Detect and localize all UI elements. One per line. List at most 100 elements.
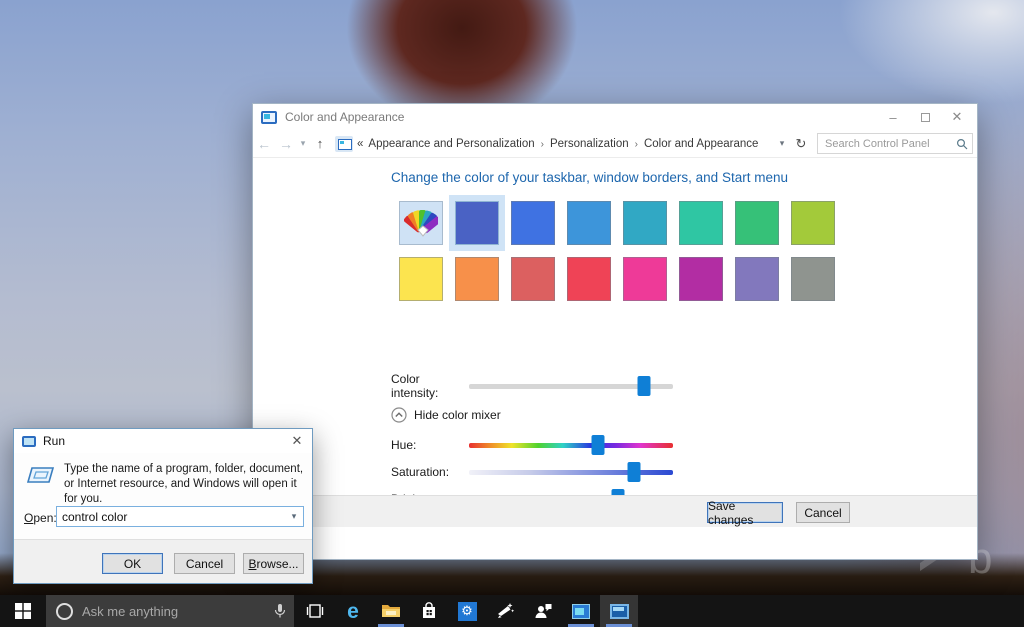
run-program-icon (26, 465, 56, 491)
address-dropdown-icon[interactable]: ▾ (773, 138, 791, 149)
run-dialog-message: Type the name of a program, folder, docu… (64, 462, 304, 507)
up-button[interactable]: ↑ (309, 136, 331, 151)
breadcrumb-path[interactable]: Appearance and Personalization › Personali… (368, 138, 758, 150)
open-input[interactable] (57, 510, 285, 524)
swatch-color[interactable] (735, 257, 779, 301)
breadcrumb-prefix: « (357, 138, 363, 150)
cortana-search-box[interactable] (46, 595, 294, 627)
cancel-button[interactable]: Cancel (796, 502, 850, 523)
swatch-color[interactable] (791, 257, 835, 301)
swatch-color[interactable] (679, 257, 723, 301)
combobox-dropdown-icon[interactable]: ▾ (285, 511, 303, 522)
task-view-button[interactable] (296, 595, 334, 627)
open-combobox[interactable]: ▾ (56, 506, 304, 527)
taskbar-settings-button[interactable]: ⚙ (448, 595, 486, 627)
run-dialog-footer: OK Cancel Browse... (14, 539, 312, 583)
run-icon (22, 436, 36, 447)
taskbar-app-window-button[interactable] (562, 595, 600, 627)
run-dialog-title: Run (43, 434, 65, 448)
breadcrumb-item[interactable]: Personalization (550, 138, 629, 150)
location-icon (335, 136, 353, 152)
swatch-color[interactable] (623, 257, 667, 301)
store-icon (421, 602, 437, 620)
feedback-icon (495, 601, 515, 621)
control-panel-search[interactable] (817, 133, 973, 154)
swatch-color[interactable] (455, 257, 499, 301)
taskbar: e ⚙ (0, 595, 1024, 627)
run-dialog-titlebar[interactable]: Run ✕ (14, 429, 312, 453)
back-button[interactable]: ← (253, 136, 275, 152)
taskbar-file-explorer-button[interactable] (372, 595, 410, 627)
swatch-color[interactable] (399, 257, 443, 301)
swatch-color[interactable] (679, 201, 723, 245)
maximize-button[interactable] (909, 104, 941, 130)
breadcrumb-separator: › (635, 139, 638, 150)
swatch-color[interactable] (455, 201, 499, 245)
task-view-icon (305, 603, 325, 619)
save-changes-button[interactable]: Save changes (707, 502, 783, 523)
forward-button[interactable]: → (275, 136, 297, 152)
open-label: Open: (24, 511, 57, 525)
swatch-color[interactable] (567, 201, 611, 245)
windows-logo-icon (15, 603, 31, 619)
saturation-thumb[interactable] (628, 462, 641, 482)
window-title: Color and Appearance (285, 110, 404, 124)
ok-button[interactable]: OK (102, 553, 163, 574)
cortana-ring-icon (56, 603, 73, 620)
taskbar-control-panel-button[interactable] (600, 595, 638, 627)
hue-thumb[interactable] (591, 435, 604, 455)
color-intensity-label: Color intensity: (391, 372, 469, 400)
color-intensity-slider[interactable] (469, 384, 673, 389)
start-button[interactable] (0, 595, 46, 627)
browse-button[interactable]: Browse... (243, 553, 304, 574)
hue-label: Hue: (391, 438, 469, 452)
window-footer: Save changes Cancel (253, 495, 977, 527)
run-close-button[interactable]: ✕ (282, 429, 312, 453)
color-swatch-grid (399, 201, 835, 301)
run-cancel-button[interactable]: Cancel (174, 553, 235, 574)
microphone-icon[interactable] (274, 603, 286, 619)
color-and-appearance-window: Color and Appearance – ✕ ← → ▾ ↑ « Appea… (252, 103, 978, 560)
close-button[interactable]: ✕ (941, 104, 973, 130)
app-window-icon (572, 604, 590, 619)
window-titlebar[interactable]: Color and Appearance – ✕ (253, 104, 977, 130)
desktop: b Color and Appearance – ✕ ← → ▾ ↑ « App… (0, 0, 1024, 627)
taskbar-store-button[interactable] (410, 595, 448, 627)
swatch-color[interactable] (567, 257, 611, 301)
swatch-color[interactable] (511, 201, 555, 245)
saturation-slider[interactable] (469, 470, 673, 475)
breadcrumb[interactable]: « Appearance and Personalization › Persona… (335, 133, 758, 155)
navigation-bar: ← → ▾ ↑ « Appearance and Personalization… (253, 130, 977, 158)
run-dialog-body: Type the name of a program, folder, docu… (14, 453, 312, 541)
taskbar-search-input[interactable] (82, 604, 266, 619)
run-dialog: Run ✕ Type the name of a program, folder… (13, 428, 313, 584)
contact-support-icon (533, 602, 553, 620)
swatch-color[interactable] (791, 201, 835, 245)
search-icon (956, 138, 968, 150)
page-title: Change the color of your taskbar, window… (391, 170, 788, 185)
taskbar-feedback-button[interactable] (486, 595, 524, 627)
history-dropdown-icon[interactable]: ▾ (297, 138, 309, 149)
hide-color-mixer-label: Hide color mixer (414, 408, 501, 422)
taskbar-contact-support-button[interactable] (524, 595, 562, 627)
swatch-automatic[interactable] (399, 201, 443, 245)
breadcrumb-item[interactable]: Color and Appearance (644, 138, 758, 150)
search-input[interactable] (825, 138, 956, 150)
file-explorer-icon (381, 603, 401, 619)
saturation-label: Saturation: (391, 465, 469, 479)
settings-icon: ⚙ (458, 602, 477, 621)
swatch-color[interactable] (735, 201, 779, 245)
color-intensity-thumb[interactable] (638, 376, 651, 396)
hue-slider[interactable] (469, 443, 673, 448)
swatch-color[interactable] (623, 201, 667, 245)
hide-color-mixer-toggle[interactable]: Hide color mixer (391, 407, 501, 423)
minimize-button[interactable]: – (877, 104, 909, 130)
color-appearance-icon (261, 111, 277, 124)
swatch-color[interactable] (511, 257, 555, 301)
refresh-icon[interactable]: ↻ (791, 136, 811, 152)
breadcrumb-item[interactable]: Appearance and Personalization (368, 138, 534, 150)
maximize-icon (921, 113, 930, 122)
control-panel-icon (610, 604, 629, 619)
taskbar-edge-button[interactable]: e (334, 595, 372, 627)
chevron-up-circle-icon (391, 407, 407, 423)
